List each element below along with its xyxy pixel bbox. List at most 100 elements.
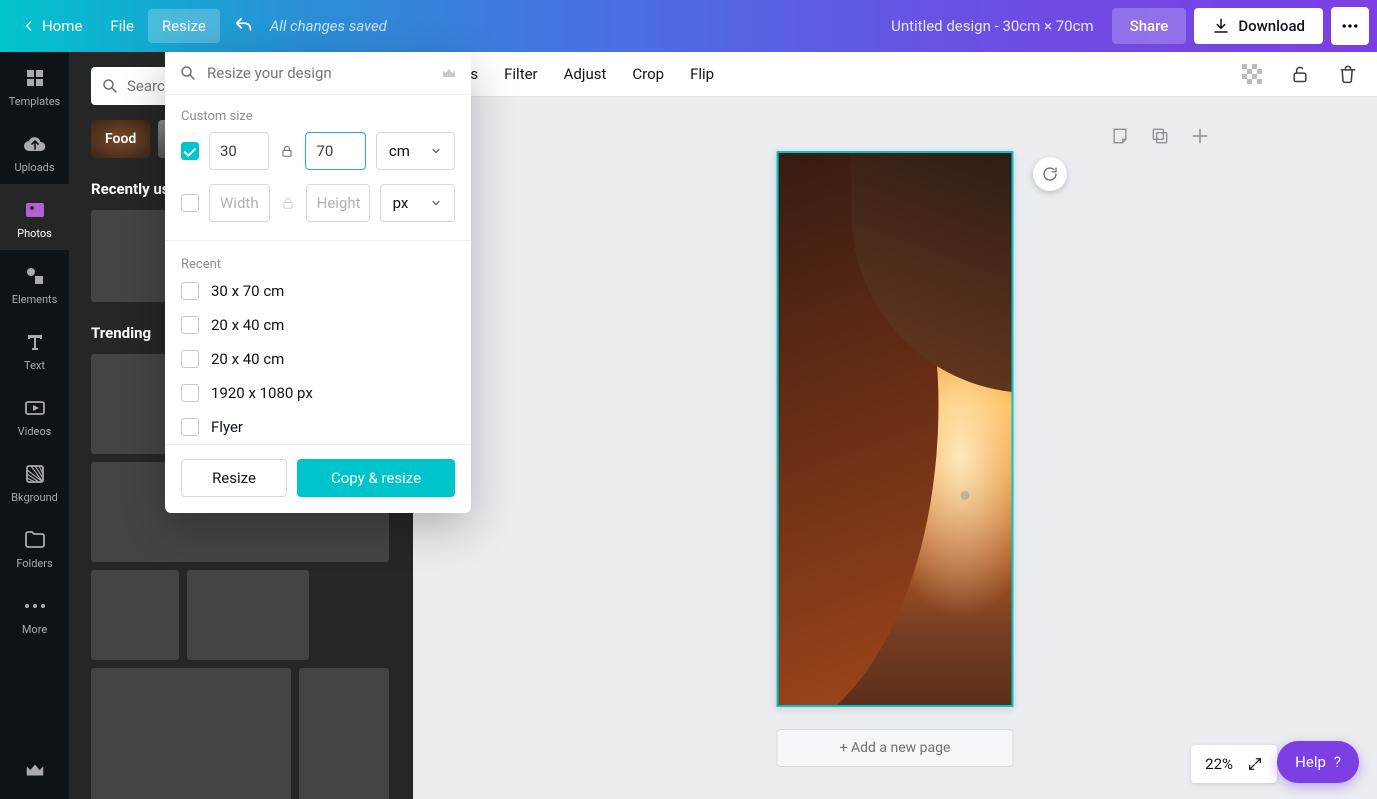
crown-icon [24, 759, 46, 781]
page-notes-button[interactable] [1109, 125, 1131, 147]
height-input[interactable]: 70 [305, 132, 365, 170]
home-label: Home [42, 17, 82, 35]
search-icon [179, 64, 197, 82]
rail-videos[interactable]: Videos [0, 382, 69, 448]
download-button[interactable]: Download [1194, 8, 1323, 44]
duplicate-icon [1150, 126, 1170, 146]
help-button[interactable]: Help ? [1277, 741, 1359, 783]
recent-size-label: 30 x 70 cm [211, 282, 284, 300]
rail-text-label: Text [24, 359, 45, 372]
folders-icon [23, 528, 47, 552]
background-icon [23, 462, 47, 486]
text-icon [23, 330, 47, 354]
lock-button[interactable] [1289, 63, 1311, 85]
lock-aspect-button[interactable] [279, 143, 295, 159]
resize-button[interactable]: Resize [181, 459, 287, 497]
plus-icon [1190, 126, 1210, 146]
copy-resize-button[interactable]: Copy & resize [297, 459, 455, 497]
rail-more[interactable]: More [0, 580, 69, 646]
canvas-stage: + Add a new page 22% Help ? [413, 97, 1377, 799]
recent-size-item[interactable]: 1920 x 1080 px [181, 384, 455, 402]
rail-background[interactable]: Bkground [0, 448, 69, 514]
refresh-image-button[interactable] [1033, 157, 1067, 191]
recent-size-label: Flyer [211, 418, 243, 436]
rail-elements-label: Elements [12, 293, 58, 306]
rail-uploads-label: Uploads [14, 161, 54, 174]
recent-label: Recent [165, 243, 471, 274]
more-menu-button[interactable] [1331, 7, 1369, 45]
download-icon [1212, 17, 1230, 35]
rail-templates[interactable]: Templates [0, 52, 69, 118]
canvas-page[interactable] [777, 151, 1014, 707]
resize-search-input[interactable] [207, 64, 441, 82]
file-menu[interactable]: File [96, 9, 148, 43]
rail-elements[interactable]: Elements [0, 250, 69, 316]
ellipsis-icon [1340, 16, 1360, 36]
note-icon [1110, 126, 1130, 146]
refresh-icon [1041, 165, 1059, 183]
recent-size-label: 1920 x 1080 px [211, 384, 313, 402]
share-button[interactable]: Share [1112, 8, 1187, 44]
unlock-icon [1290, 64, 1310, 84]
custom-size-checkbox-2[interactable] [181, 194, 199, 212]
custom-size-checkbox[interactable] [181, 142, 199, 160]
undo-button[interactable] [226, 8, 262, 44]
chevron-down-icon [430, 145, 442, 157]
save-status: All changes saved [270, 17, 387, 35]
ctx-filter[interactable]: Filter [504, 65, 538, 83]
rail-upgrade[interactable] [24, 741, 46, 799]
rail-templates-label: Templates [9, 95, 60, 108]
design-title[interactable]: Untitled design - 30cm × 70cm [891, 17, 1094, 35]
ctx-adjust[interactable]: Adjust [564, 65, 607, 83]
photo-thumb[interactable] [187, 570, 309, 660]
download-label: Download [1238, 17, 1305, 35]
height-input-2[interactable]: Height [306, 184, 370, 222]
chip-food[interactable]: Food [91, 120, 150, 158]
width-input[interactable]: 30 [209, 132, 269, 170]
context-toolbar: Effects Filter Adjust Crop Flip [413, 52, 1377, 97]
photo-thumb[interactable] [299, 668, 389, 799]
ellipsis-icon [23, 602, 47, 610]
trash-icon [1338, 64, 1358, 84]
zoom-value: 22% [1205, 755, 1233, 773]
delete-button[interactable] [1337, 63, 1359, 85]
unit-label: px [393, 194, 409, 212]
help-label: Help [1295, 753, 1326, 771]
lock-icon [280, 144, 294, 158]
photo-thumb[interactable] [91, 668, 291, 799]
rail-videos-label: Videos [18, 425, 52, 438]
rail-photos[interactable]: Photos [0, 184, 69, 250]
zoom-control[interactable]: 22% [1191, 745, 1277, 783]
recent-size-label: 20 x 40 cm [211, 350, 284, 368]
resize-actions: Resize Copy & resize [165, 444, 471, 513]
left-rail: Templates Uploads Photos Elements Text V… [0, 52, 69, 799]
recent-size-label: 20 x 40 cm [211, 316, 284, 334]
elements-icon [23, 264, 47, 288]
unit-select-px[interactable]: px [380, 184, 455, 222]
unit-select-cm[interactable]: cm [376, 132, 455, 170]
ctx-flip[interactable]: Flip [690, 65, 714, 83]
rail-more-label: More [22, 623, 47, 636]
photo-thumb[interactable] [91, 570, 179, 660]
rail-text[interactable]: Text [0, 316, 69, 382]
width-input-2[interactable]: Width [209, 184, 270, 222]
home-button[interactable]: Home [8, 9, 96, 43]
recent-size-item[interactable]: 30 x 70 cm [181, 282, 455, 300]
ctx-crop[interactable]: Crop [632, 65, 664, 83]
videos-icon [23, 396, 47, 420]
rail-uploads[interactable]: Uploads [0, 118, 69, 184]
resize-search[interactable] [165, 52, 471, 95]
photos-icon [23, 198, 47, 222]
add-page-button[interactable]: + Add a new page [777, 729, 1014, 767]
resize-menu[interactable]: Resize [148, 9, 220, 43]
recent-size-item[interactable]: 20 x 40 cm [181, 316, 455, 334]
recent-size-item[interactable]: 20 x 40 cm [181, 350, 455, 368]
recent-size-item[interactable]: Flyer [181, 418, 455, 436]
page-duplicate-button[interactable] [1149, 125, 1171, 147]
page-add-button[interactable] [1189, 125, 1211, 147]
transparency-button[interactable] [1241, 63, 1263, 85]
custom-size-row-blank: Width Height px [165, 170, 471, 238]
expand-icon [1247, 756, 1263, 772]
rail-folders[interactable]: Folders [0, 514, 69, 580]
uploads-icon [23, 132, 47, 156]
